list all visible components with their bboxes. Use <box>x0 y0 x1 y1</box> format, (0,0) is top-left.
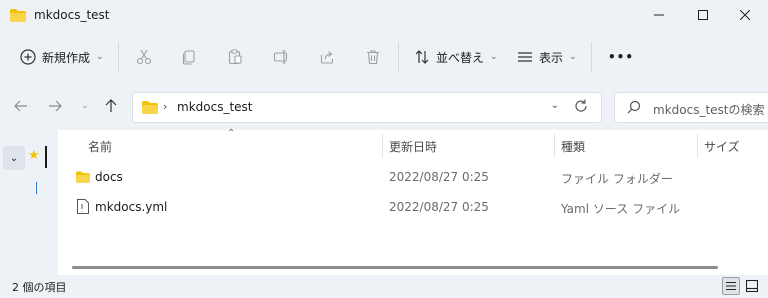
search-box[interactable]: mkdocs_testの検索 <box>614 92 768 123</box>
details-view-button[interactable] <box>722 277 740 295</box>
star-icon: ★ <box>28 148 40 163</box>
recent-locations-button[interactable]: ⌄ <box>73 94 97 118</box>
back-button[interactable] <box>9 94 33 118</box>
folder-icon <box>10 9 26 22</box>
tiles-view-icon <box>746 280 758 292</box>
file-row[interactable]: docs 2022/08/27 0:25 ファイル フォルダー <box>58 162 768 192</box>
breadcrumb-separator-icon: › <box>163 100 168 113</box>
new-button[interactable]: 新規作成 ⌄ <box>14 43 110 71</box>
view-button-label: 表示 <box>539 50 564 65</box>
maximize-button[interactable] <box>680 0 726 30</box>
sort-icon <box>415 50 429 64</box>
file-type: Yaml ソース ファイル <box>561 202 681 216</box>
column-header-type[interactable]: 種類 <box>561 138 585 155</box>
folder-icon <box>76 171 90 183</box>
close-button[interactable] <box>722 0 768 30</box>
cut-button[interactable] <box>132 45 156 69</box>
arrow-up-icon <box>105 99 117 112</box>
minimize-button[interactable] <box>636 0 682 30</box>
chevron-down-icon: ⌄ <box>569 52 577 62</box>
column-header-date[interactable]: 更新日時 <box>389 138 437 155</box>
copy-button[interactable] <box>177 45 201 69</box>
sort-button-label: 並べ替え <box>436 50 485 65</box>
column-header-name[interactable]: 名前 <box>88 138 112 155</box>
up-button[interactable] <box>99 94 123 118</box>
more-icon: ••• <box>608 50 635 64</box>
folder-icon <box>142 101 158 114</box>
file-row[interactable]: mkdocs.yml 2022/08/27 0:25 Yaml ソース ファイル <box>58 192 768 222</box>
address-bar[interactable]: › mkdocs_test ⌄ <box>132 92 602 123</box>
cut-icon <box>136 49 152 65</box>
file-date: 2022/08/27 0:25 <box>389 200 489 214</box>
column-divider[interactable] <box>697 134 698 158</box>
navigation-bar: ⌄ › mkdocs_test ⌄ mkdocs_testの検索 <box>0 88 768 124</box>
search-icon <box>627 100 641 114</box>
rename-icon <box>273 50 288 64</box>
command-bar: 新規作成 ⌄ 並べ替え ⌄ 表示 ⌄ ••• <box>0 34 768 80</box>
file-type: ファイル フォルダー <box>561 172 673 186</box>
file-name: mkdocs.yml <box>95 200 168 214</box>
rename-button[interactable] <box>269 45 293 69</box>
tree-line <box>36 182 37 194</box>
file-name: docs <box>95 170 123 184</box>
chevron-down-icon: ⌄ <box>9 152 19 164</box>
more-options-button[interactable]: ••• <box>604 43 638 71</box>
arrow-left-icon <box>14 100 27 112</box>
sort-ascending-icon: ⌃ <box>227 128 236 139</box>
status-bar: 2 個の項目 <box>0 275 768 298</box>
file-icon <box>77 199 89 214</box>
chevron-down-icon[interactable]: ⌄ <box>551 100 559 111</box>
horizontal-scrollbar[interactable] <box>72 266 718 269</box>
view-button[interactable]: 表示 ⌄ <box>513 43 581 71</box>
window-title: mkdocs_test <box>34 8 110 22</box>
chevron-down-icon: ⌄ <box>81 101 89 111</box>
share-icon <box>320 51 334 64</box>
expand-quick-access-button[interactable]: ⌄ <box>3 146 25 170</box>
new-button-label: 新規作成 <box>42 50 91 65</box>
refresh-icon[interactable] <box>573 98 589 114</box>
title-bar: mkdocs_test <box>0 0 768 32</box>
paste-button[interactable] <box>223 45 247 69</box>
forward-button[interactable] <box>43 94 67 118</box>
chevron-down-icon: ⌄ <box>96 52 104 62</box>
selection-indicator <box>45 146 47 168</box>
maximize-icon <box>698 10 708 20</box>
chevron-down-icon: ⌄ <box>490 52 498 62</box>
column-header-size[interactable]: サイズ <box>704 138 740 155</box>
item-count: 2 個の項目 <box>12 281 67 294</box>
minimize-icon <box>654 14 664 16</box>
toolbar-divider <box>398 42 399 72</box>
file-date: 2022/08/27 0:25 <box>389 170 489 184</box>
details-view-icon <box>726 281 736 291</box>
toolbar-divider <box>118 42 119 72</box>
navigation-pane: ⌄ ★ <box>0 130 52 275</box>
arrow-right-icon <box>49 100 62 112</box>
list-view-icon <box>518 52 532 62</box>
tiles-view-button[interactable] <box>743 277 761 295</box>
search-placeholder: mkdocs_testの検索 <box>653 103 765 117</box>
file-list: ⌃ 名前 更新日時 種類 サイズ docs 2022/08/27 0:25 ファ… <box>58 128 768 275</box>
paste-icon <box>228 49 242 65</box>
close-icon <box>740 10 750 20</box>
column-divider[interactable] <box>382 134 383 158</box>
delete-button[interactable] <box>361 45 385 69</box>
sort-button[interactable]: 並べ替え ⌄ <box>410 43 502 71</box>
share-button[interactable] <box>315 45 339 69</box>
copy-icon <box>182 50 195 65</box>
breadcrumb-path[interactable]: mkdocs_test <box>177 100 253 114</box>
plus-circle-icon <box>20 49 36 65</box>
column-divider[interactable] <box>554 134 555 158</box>
delete-icon <box>367 50 379 65</box>
toolbar-divider <box>591 42 592 72</box>
